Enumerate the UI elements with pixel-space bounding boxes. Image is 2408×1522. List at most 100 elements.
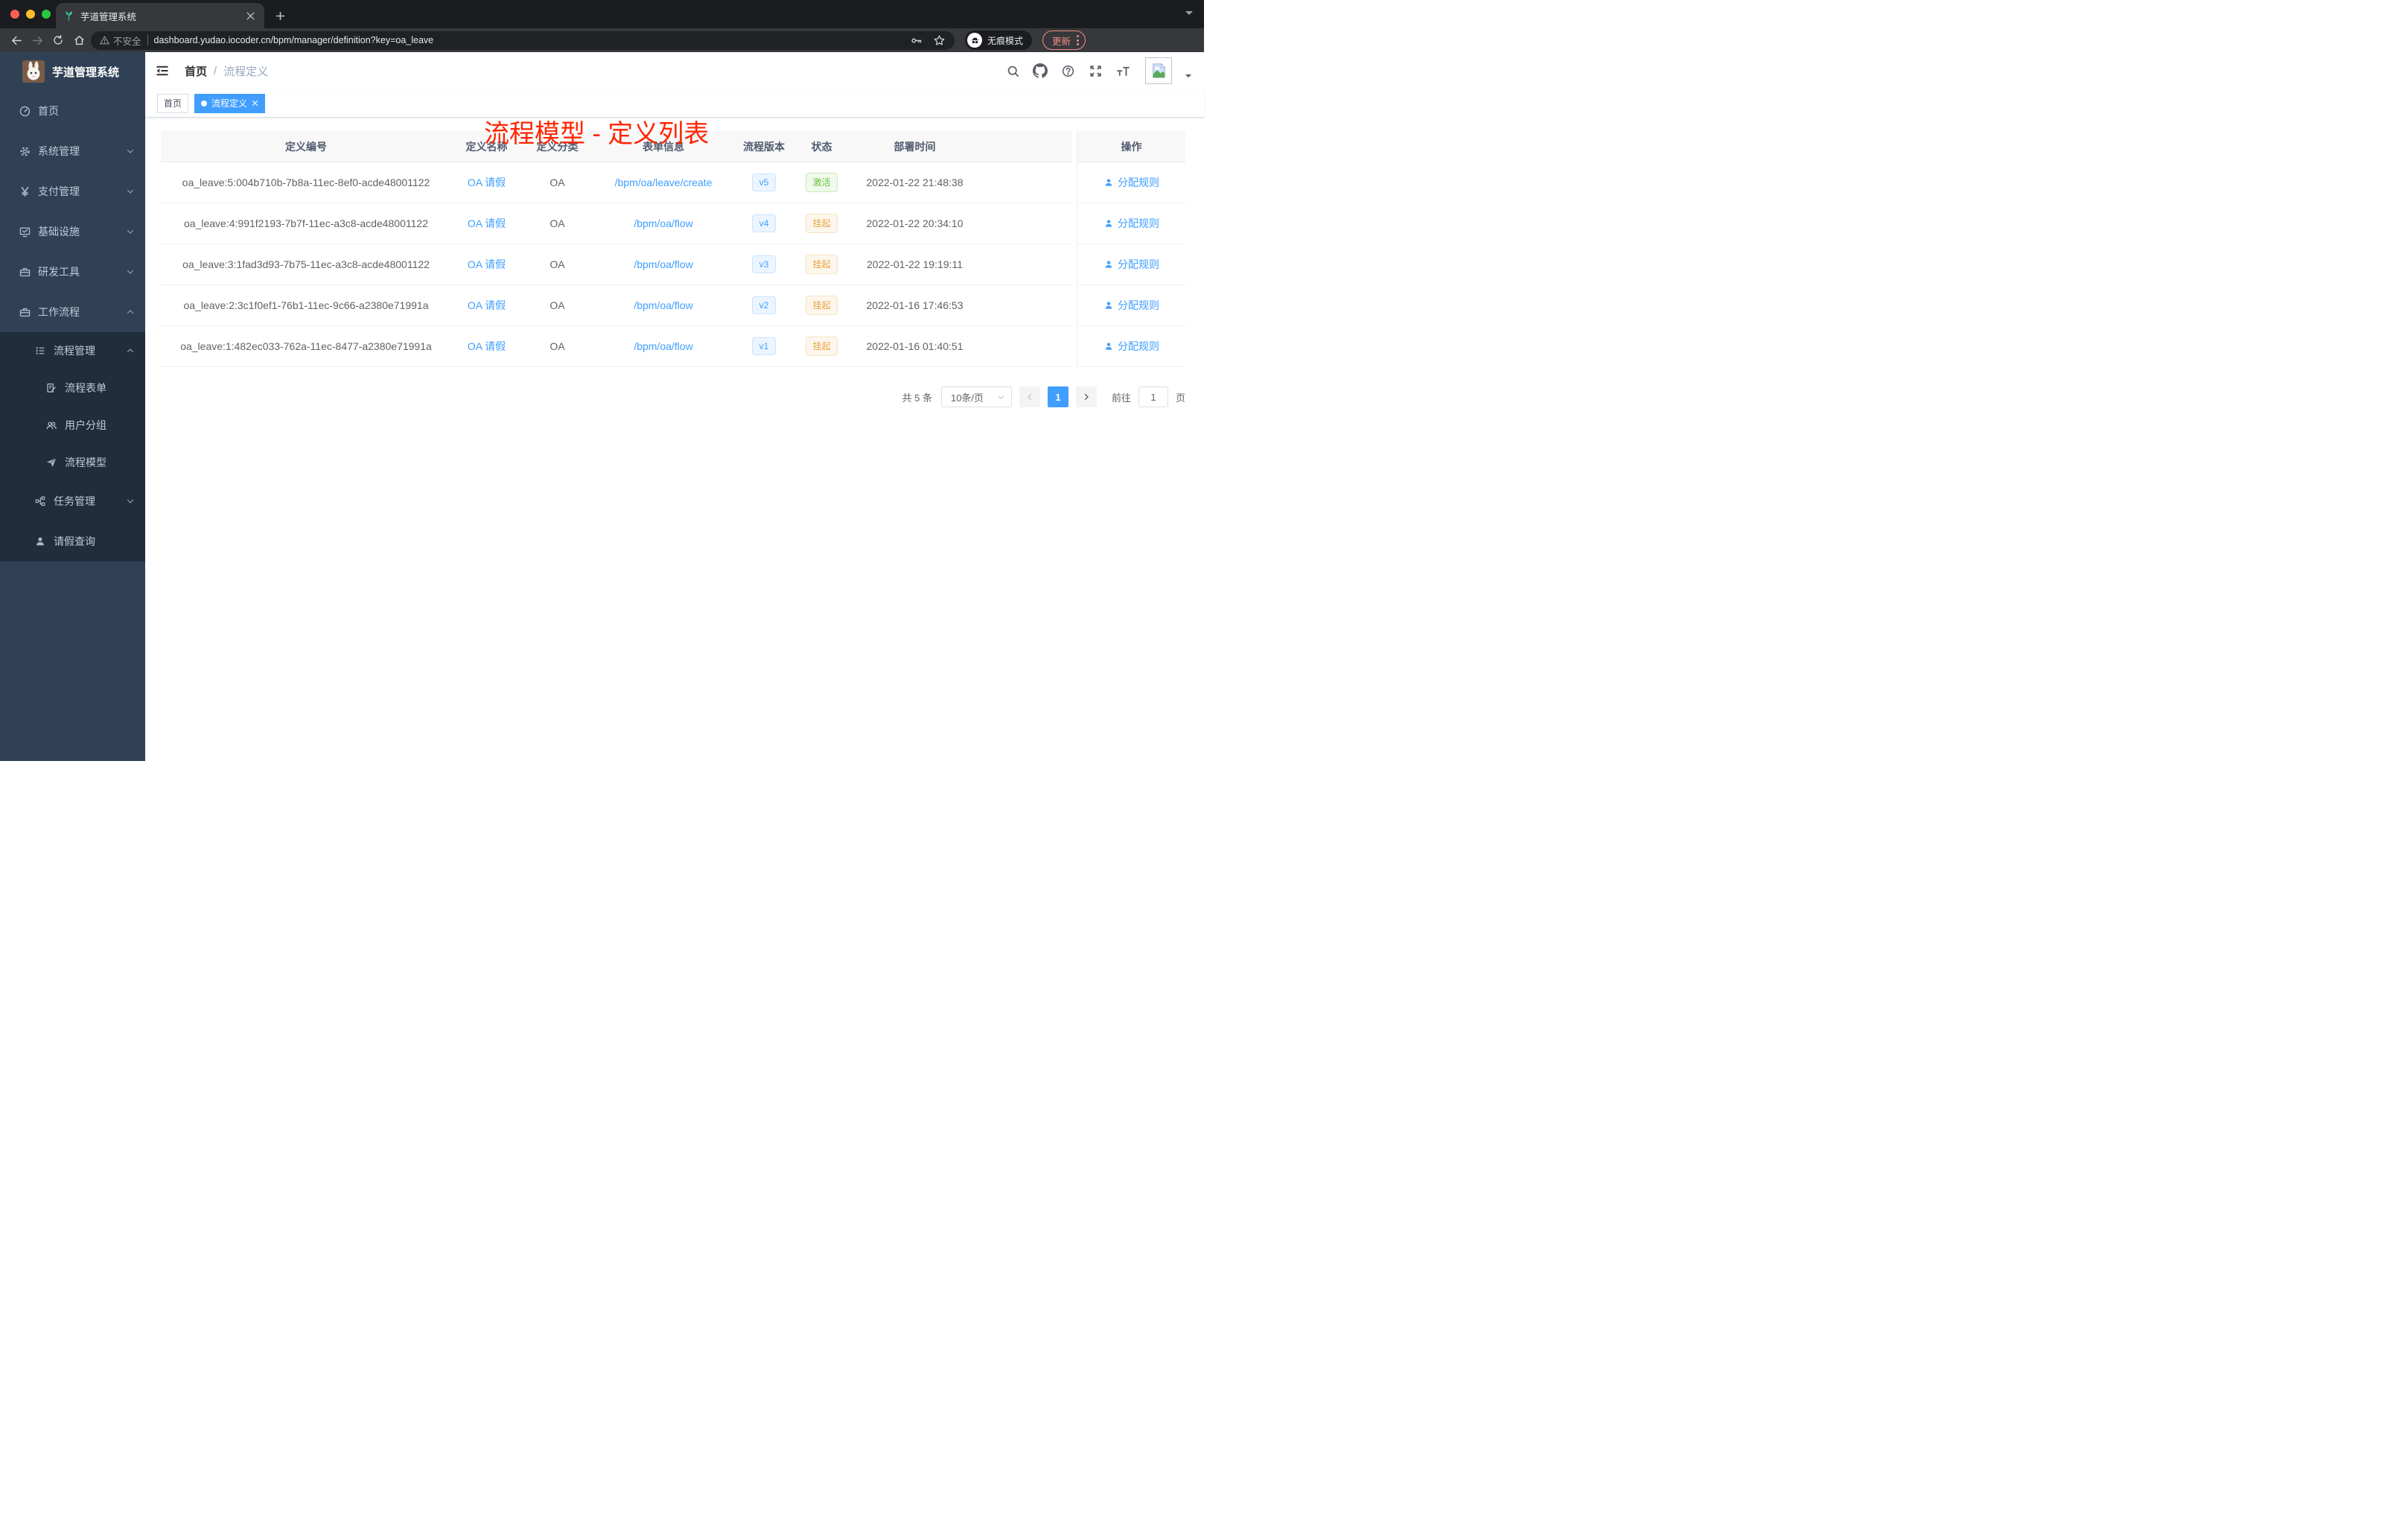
monitor-check-icon [18, 226, 31, 238]
not-secure-warning[interactable]: 不安全 [100, 34, 141, 48]
cell-definition-id: oa_leave:4:991f2193-7b7f-11ec-a3c8-acde4… [161, 203, 451, 244]
browser-menu-kebab-icon[interactable] [1077, 35, 1080, 45]
sidebar-fold-icon[interactable] [155, 63, 174, 78]
sidebar-item-process-mgmt[interactable]: 流程管理 [0, 332, 145, 369]
fullscreen-icon[interactable] [1087, 63, 1103, 79]
app-header: 首页 / 流程定义 流程模型 - 定义列表 [145, 52, 1204, 148]
github-icon[interactable] [1032, 63, 1048, 79]
sidebar-logo[interactable]: 芋道管理系统 [0, 52, 145, 91]
prev-page-button[interactable] [1019, 386, 1040, 407]
form-info-link[interactable]: /bpm/oa/flow [634, 258, 692, 270]
assign-rule-link[interactable]: 分配规则 [1103, 257, 1159, 272]
sidebar-item-infra[interactable]: 基础设施 [0, 211, 145, 252]
window-zoom-button[interactable] [42, 10, 51, 19]
window-controls[interactable] [10, 10, 51, 19]
bookmark-star-icon[interactable] [933, 34, 946, 47]
tag-label: 流程定义 [211, 98, 248, 109]
sidebar-item-process-model[interactable]: 流程模型 [0, 444, 145, 481]
window-close-button[interactable] [10, 10, 19, 19]
briefcase-icon [18, 306, 31, 319]
sidebar-item-label: 支付管理 [38, 185, 80, 197]
current-page-button[interactable]: 1 [1047, 386, 1068, 407]
sidebar-item-label: 系统管理 [38, 145, 80, 157]
cell-deploy-time: 2022-01-16 01:40:51 [850, 326, 980, 367]
goto-page-input[interactable] [1138, 386, 1168, 407]
page-content: 定义编号 定义名称 定义分类 表单信息 流程版本 状态 部署时间 操作 oa_l… [145, 118, 1204, 407]
reload-icon[interactable] [49, 31, 67, 49]
incognito-badge[interactable]: 无痕模式 [965, 31, 1033, 50]
sidebar-item-leave-query[interactable]: 请假查询 [0, 521, 145, 561]
sidebar-item-system[interactable]: 系统管理 [0, 131, 145, 171]
sidebar-item-label: 工作流程 [38, 306, 80, 318]
breadcrumb-home[interactable]: 首页 [185, 63, 207, 79]
key-icon[interactable] [910, 34, 923, 47]
tab-close-icon[interactable] [243, 9, 257, 22]
definition-name-link[interactable]: OA 请假 [468, 339, 506, 354]
page-size-select[interactable]: 10条/页 [940, 386, 1012, 407]
chevron-up-icon [126, 308, 135, 316]
status-badge: 挂起 [806, 337, 838, 356]
incognito-label: 无痕模式 [987, 35, 1024, 46]
security-label: 不安全 [113, 36, 141, 47]
url-text[interactable]: dashboard.yudao.iocoder.cn/bpm/manager/d… [154, 35, 904, 45]
forward-icon[interactable] [28, 31, 46, 49]
sidebar-item-devtools[interactable]: 研发工具 [0, 252, 145, 292]
cell-deploy-time: 2022-01-22 19:19:11 [850, 244, 980, 285]
pagination-total: 共 5 条 [902, 392, 932, 404]
chevron-down-icon [126, 267, 135, 276]
logo-avatar [22, 60, 45, 83]
dashboard-icon [18, 105, 31, 118]
definition-table: 定义编号 定义名称 定义分类 表单信息 流程版本 状态 部署时间 操作 oa_l… [161, 131, 1185, 367]
tag-home[interactable]: 首页 [157, 93, 189, 113]
form-info-link[interactable]: /bpm/oa/flow [634, 217, 692, 229]
font-size-icon[interactable] [1115, 63, 1131, 79]
tag-close-icon[interactable] [252, 100, 258, 106]
cell-category: OA [522, 203, 593, 244]
sidebar-item-home[interactable]: 首页 [0, 91, 145, 131]
user-menu-caret-icon[interactable] [1185, 74, 1192, 79]
table-row: oa_leave:2:3c1f0ef1-76b1-11ec-9c66-a2380… [161, 285, 1185, 326]
cell-category: OA [522, 326, 593, 367]
assign-rule-link[interactable]: 分配规则 [1103, 298, 1159, 313]
form-info-link[interactable]: /bpm/oa/flow [634, 340, 692, 352]
cell-deploy-time: 2022-01-22 21:48:38 [850, 162, 980, 203]
browser-tab[interactable]: 芋道管理系统 [56, 3, 264, 28]
cell-definition-id: oa_leave:5:004b710b-7b8a-11ec-8ef0-acde4… [161, 162, 451, 203]
person-icon [34, 535, 47, 547]
select-caret-icon [997, 393, 1005, 401]
assign-rule-link[interactable]: 分配规则 [1103, 216, 1159, 231]
sidebar-item-task-mgmt[interactable]: 任务管理 [0, 481, 145, 521]
definition-name-link[interactable]: OA 请假 [468, 216, 506, 231]
next-page-button[interactable] [1075, 386, 1097, 407]
col-header-version: 流程版本 [734, 131, 794, 162]
form-info-link[interactable]: /bpm/oa/flow [634, 299, 692, 311]
sidebar-item-process-form[interactable]: 流程表单 [0, 369, 145, 407]
version-badge: v4 [751, 214, 777, 232]
new-tab-button[interactable] [273, 9, 287, 22]
form-info-link[interactable]: /bpm/oa/leave/create [615, 176, 713, 188]
sidebar-item-payment[interactable]: 支付管理 [0, 171, 145, 211]
user-avatar-broken-image[interactable] [1145, 57, 1172, 84]
assign-rule-link[interactable]: 分配规则 [1103, 175, 1159, 190]
home-icon[interactable] [70, 31, 88, 49]
address-bar[interactable]: 不安全 dashboard.yudao.iocoder.cn/bpm/manag… [91, 31, 955, 50]
assign-rule-label: 分配规则 [1118, 217, 1159, 229]
sidebar-item-user-group[interactable]: 用户分组 [0, 407, 145, 444]
tab-search-caret-icon[interactable] [1185, 10, 1194, 16]
definition-name-link[interactable]: OA 请假 [468, 257, 506, 272]
definition-name-link[interactable]: OA 请假 [468, 298, 506, 313]
cell-category: OA [522, 244, 593, 285]
window-minimize-button[interactable] [26, 10, 35, 19]
chevron-down-icon [126, 497, 135, 506]
browser-update-button[interactable]: 更新 [1042, 31, 1086, 50]
back-icon[interactable] [7, 31, 25, 49]
help-icon[interactable] [1060, 63, 1076, 79]
assign-rule-link[interactable]: 分配规则 [1103, 339, 1159, 354]
definition-name-link[interactable]: OA 请假 [468, 175, 506, 190]
assign-rule-label: 分配规则 [1118, 176, 1159, 188]
tag-process-definition[interactable]: 流程定义 [194, 93, 266, 113]
search-icon[interactable] [1004, 63, 1021, 79]
table-row: oa_leave:5:004b710b-7b8a-11ec-8ef0-acde4… [161, 162, 1185, 203]
sidebar-item-workflow[interactable]: 工作流程 [0, 292, 145, 332]
assign-rule-label: 分配规则 [1118, 258, 1159, 270]
